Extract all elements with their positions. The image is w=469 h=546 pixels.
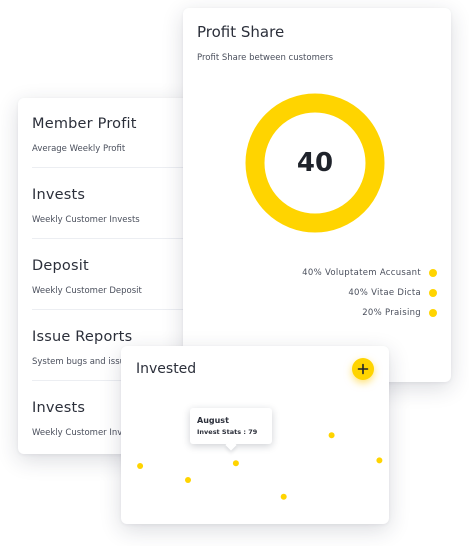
legend-item: 40% Vitae Dicta — [348, 287, 437, 299]
donut-center-value: 40 — [296, 148, 334, 178]
chart-tooltip: August Invest Stats : 79 — [190, 408, 272, 444]
scatter-point-4[interactable] — [280, 493, 287, 500]
tooltip-label: Invest Stats : 79 — [197, 428, 258, 436]
dot-icon — [429, 289, 437, 297]
scatter-point-5[interactable] — [328, 432, 335, 439]
legend-label: 40% Voluptatem Accusant — [302, 268, 421, 278]
card-subtitle: Profit Share between customers — [197, 53, 334, 63]
list-item-title: Invests — [32, 400, 86, 416]
list-item-subtitle: Average Weekly Profit — [32, 144, 126, 154]
scatter-point-6[interactable] — [376, 457, 383, 464]
card-title: Profit Share — [197, 23, 285, 41]
invested-card: Invested August Invest Stats : 79 — [121, 346, 389, 524]
list-item-title: Deposit — [32, 258, 89, 274]
profit-share-card: Profit Share Profit Share between custom… — [183, 8, 451, 382]
legend-item: 40% Voluptatem Accusant — [302, 267, 437, 279]
list-item-title: Invests — [32, 187, 86, 203]
scatter-point-1[interactable] — [137, 463, 144, 469]
dot-icon — [429, 309, 437, 317]
legend-label: 40% Vitae Dicta — [348, 288, 421, 298]
dot-icon — [429, 269, 437, 277]
legend-label: 20% Praising — [362, 308, 421, 318]
scatter-point-2[interactable] — [185, 477, 191, 483]
list-item-subtitle: System bugs and issues — [32, 357, 135, 367]
list-item-title: Member Profit — [32, 116, 137, 132]
scatter-point-3[interactable] — [232, 460, 239, 467]
tooltip-title: August — [197, 416, 229, 425]
list-item-subtitle: Weekly Customer Invests — [32, 215, 140, 225]
list-item-title: Issue Reports — [32, 329, 133, 345]
legend-item: 20% Praising — [362, 307, 437, 319]
list-item-subtitle: Weekly Customer Deposit — [32, 286, 142, 296]
